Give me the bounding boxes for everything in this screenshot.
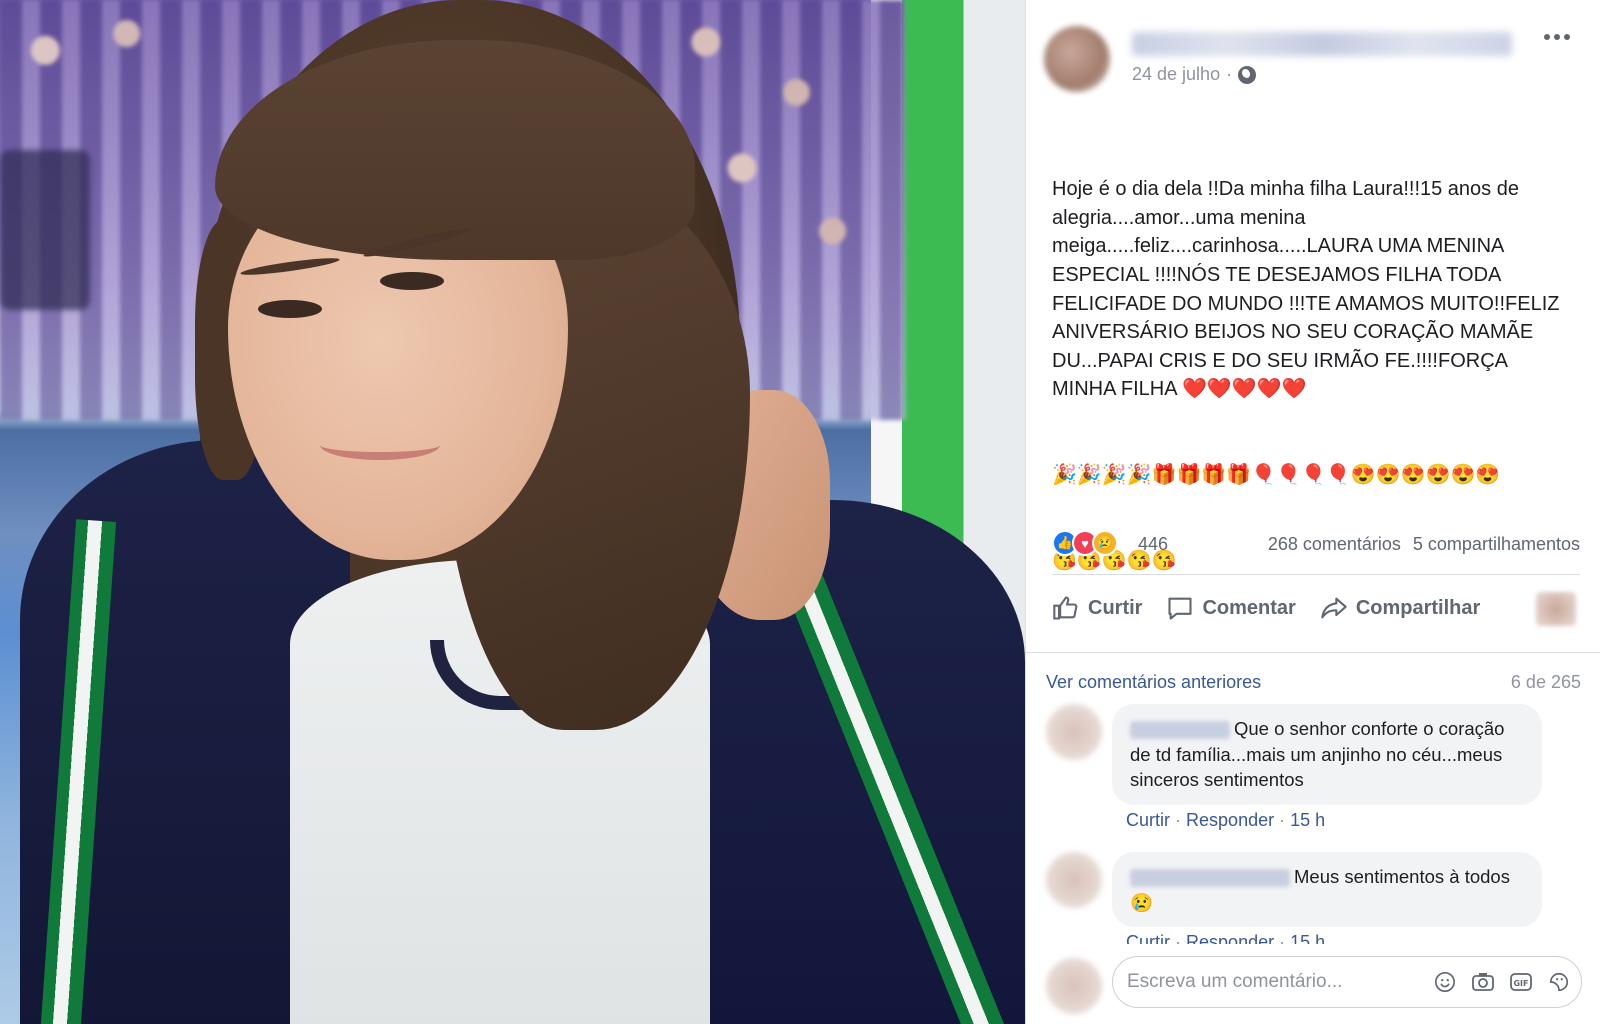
post-emoji-line: 🎉🎉🎉🎉🎁🎁🎁🎁🎈🎈🎈🎈😍😍😍😍😍😍 [1052,464,1501,487]
reaction-icons[interactable]: 👍 ♥ 😢 [1052,530,1118,556]
comment-button-label: Comentar [1202,596,1296,619]
comment-count[interactable]: 268 comentários [1268,534,1401,555]
photo-background-figure [0,150,90,310]
more-options-icon[interactable] [1544,34,1570,40]
commenter-name-blurred[interactable] [1130,721,1230,740]
post-as-avatar[interactable] [1536,592,1576,626]
post-meta: 24 de julho · [1132,64,1257,85]
author-avatar[interactable] [1044,26,1110,92]
comment-like-link[interactable]: Curtir [1126,810,1170,830]
reactions-bar: 👍 ♥ 😢 446 268 comentários 5 compartilham… [1052,530,1580,560]
post-photo[interactable] [0,0,1025,1024]
share-button[interactable]: Compartilhar [1320,594,1480,622]
commenter-avatar[interactable] [1046,852,1102,908]
gif-icon[interactable]: GIF [1509,970,1533,994]
photo-eye [380,272,444,290]
post-header: 24 de julho · [1044,18,1584,92]
meta-separator: · [1279,810,1286,830]
comment-reply-link[interactable]: Responder [1186,810,1274,830]
globe-icon[interactable] [1238,65,1257,84]
meta-separator: · [1175,810,1182,830]
current-user-avatar [1046,958,1102,1014]
composer-icons: GIF [1433,970,1571,994]
comment-button[interactable]: Comentar [1166,594,1296,622]
camera-icon[interactable] [1471,970,1495,994]
like-button-label: Curtir [1088,596,1143,619]
sticker-icon[interactable] [1547,970,1571,994]
thumbs-up-icon [1053,596,1078,620]
comment-bubble: Meus sentimentos à todos 😢 [1112,852,1542,927]
commenter-name-blurred[interactable] [1130,869,1290,888]
post-panel: 24 de julho · Hoje é o dia dela !!Da min… [1025,0,1600,1024]
author-name-blurred[interactable] [1132,32,1512,56]
engagement-counts: 268 comentários 5 compartilhamentos [1268,534,1580,555]
photo-mouth [320,430,440,460]
divider [1052,574,1580,575]
like-button[interactable]: Curtir [1052,594,1142,622]
comments-count-indicator: 6 de 265 [1510,672,1581,692]
comment-time[interactable]: 15 h [1290,810,1325,830]
sad-reaction-icon: 😢 [1092,530,1118,556]
photo-eye [258,300,322,318]
view-previous-comments-link[interactable]: Ver comentários anteriores [1046,672,1261,693]
comment-actions: Curtir · Responder · 15 h [1126,810,1325,831]
comment-icon [1168,597,1193,620]
post-body-text: Hoje é o dia dela !!Da minha filha Laura… [1052,178,1564,401]
post-date[interactable]: 24 de julho [1132,64,1220,85]
share-count[interactable]: 5 compartilhamentos [1413,534,1580,555]
share-icon [1321,597,1347,619]
previous-comments-row: Ver comentários anteriores 6 de 265 [1046,672,1581,693]
meta-separator: · [1226,64,1233,84]
post-actions: Curtir Comentar Compartilhar [1052,586,1580,630]
commenter-avatar[interactable] [1046,704,1102,760]
share-button-label: Compartilhar [1355,596,1481,619]
comment-bubble: Que o senhor conforte o coração de td fa… [1112,704,1542,805]
comment-composer: GIF [1026,944,1600,1024]
svg-text:GIF: GIF [1513,979,1528,988]
reaction-count[interactable]: 446 [1138,534,1168,555]
emoji-icon[interactable] [1433,970,1457,994]
